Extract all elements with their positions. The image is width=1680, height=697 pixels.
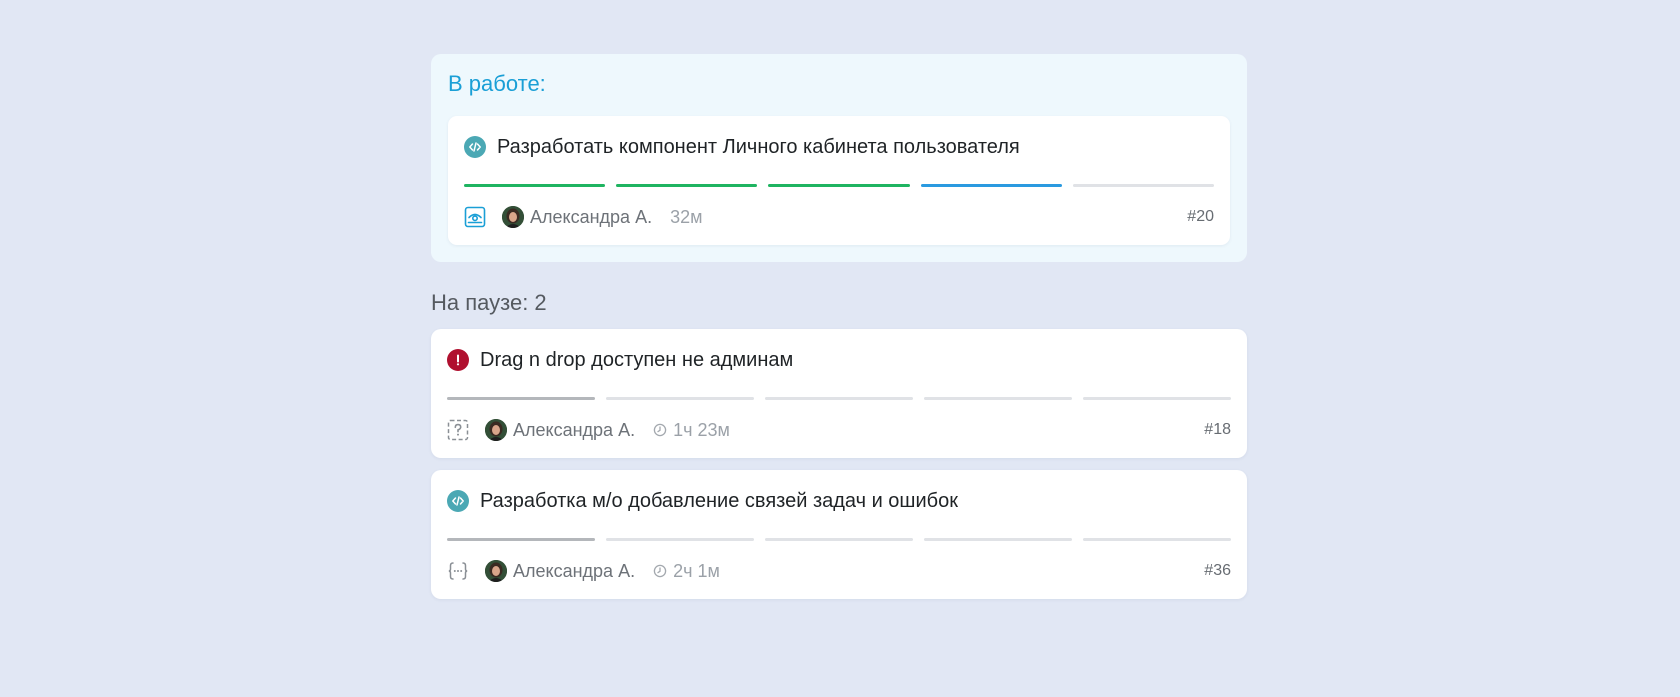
task-title[interactable]: Разработка м/о добавление связей задач и…: [480, 487, 958, 515]
clock-icon: [653, 423, 667, 437]
time-spent: 1ч 23м: [653, 420, 730, 441]
time-spent: 32м: [670, 207, 702, 228]
progress-step: [606, 538, 754, 541]
in-progress-section: В работе: Разработать компонент Личного …: [431, 54, 1247, 262]
progress-step: [765, 538, 913, 541]
task-board: В работе: Разработать компонент Личного …: [431, 54, 1247, 611]
progress-step: [1072, 184, 1215, 187]
progress-bar: [447, 538, 1231, 541]
time-spent: 2ч 1м: [653, 561, 720, 582]
in-progress-title: В работе:: [448, 71, 546, 96]
time-value: 32м: [670, 206, 703, 227]
code-braces-icon[interactable]: [447, 560, 469, 582]
progress-step: [447, 397, 595, 400]
progress-step: [447, 538, 595, 541]
progress-bar: [447, 397, 1231, 400]
progress-step: [464, 184, 606, 187]
task-card[interactable]: Разработка м/о добавление связей задач и…: [431, 470, 1247, 599]
task-card[interactable]: Разработать компонент Личного кабинета п…: [448, 116, 1230, 245]
progress-bar: [464, 184, 1215, 187]
task-title[interactable]: Разработать компонент Личного кабинета п…: [497, 133, 1020, 161]
bug-icon: [447, 349, 469, 371]
avatar: [485, 560, 507, 582]
task-card[interactable]: Drag n drop доступен не админам Александ…: [431, 329, 1247, 458]
progress-step: [616, 184, 758, 187]
progress-step: [920, 184, 1062, 187]
question-icon[interactable]: [447, 419, 469, 441]
progress-step: [1083, 538, 1231, 541]
paused-title: На паузе: 2: [431, 290, 547, 315]
assignee-name: Александра А.: [513, 419, 636, 440]
task-id[interactable]: #36: [1204, 562, 1231, 580]
avatar: [502, 206, 524, 228]
clock-icon: [653, 564, 667, 578]
review-icon[interactable]: [464, 206, 486, 228]
progress-step: [606, 397, 754, 400]
code-icon: [447, 490, 469, 512]
task-id[interactable]: #18: [1204, 421, 1231, 439]
time-value: 1ч 23м: [673, 419, 730, 440]
progress-step: [1083, 397, 1231, 400]
assignee-name: Александра А.: [513, 560, 636, 581]
time-value: 2ч 1м: [673, 560, 720, 581]
progress-step: [924, 397, 1072, 400]
progress-step: [768, 184, 910, 187]
code-icon: [464, 136, 486, 158]
progress-step: [924, 538, 1072, 541]
task-id[interactable]: #20: [1187, 208, 1214, 226]
progress-step: [765, 397, 913, 400]
task-title[interactable]: Drag n drop доступен не админам: [480, 346, 793, 374]
avatar: [485, 419, 507, 441]
assignee-name: Александра А.: [530, 206, 653, 227]
